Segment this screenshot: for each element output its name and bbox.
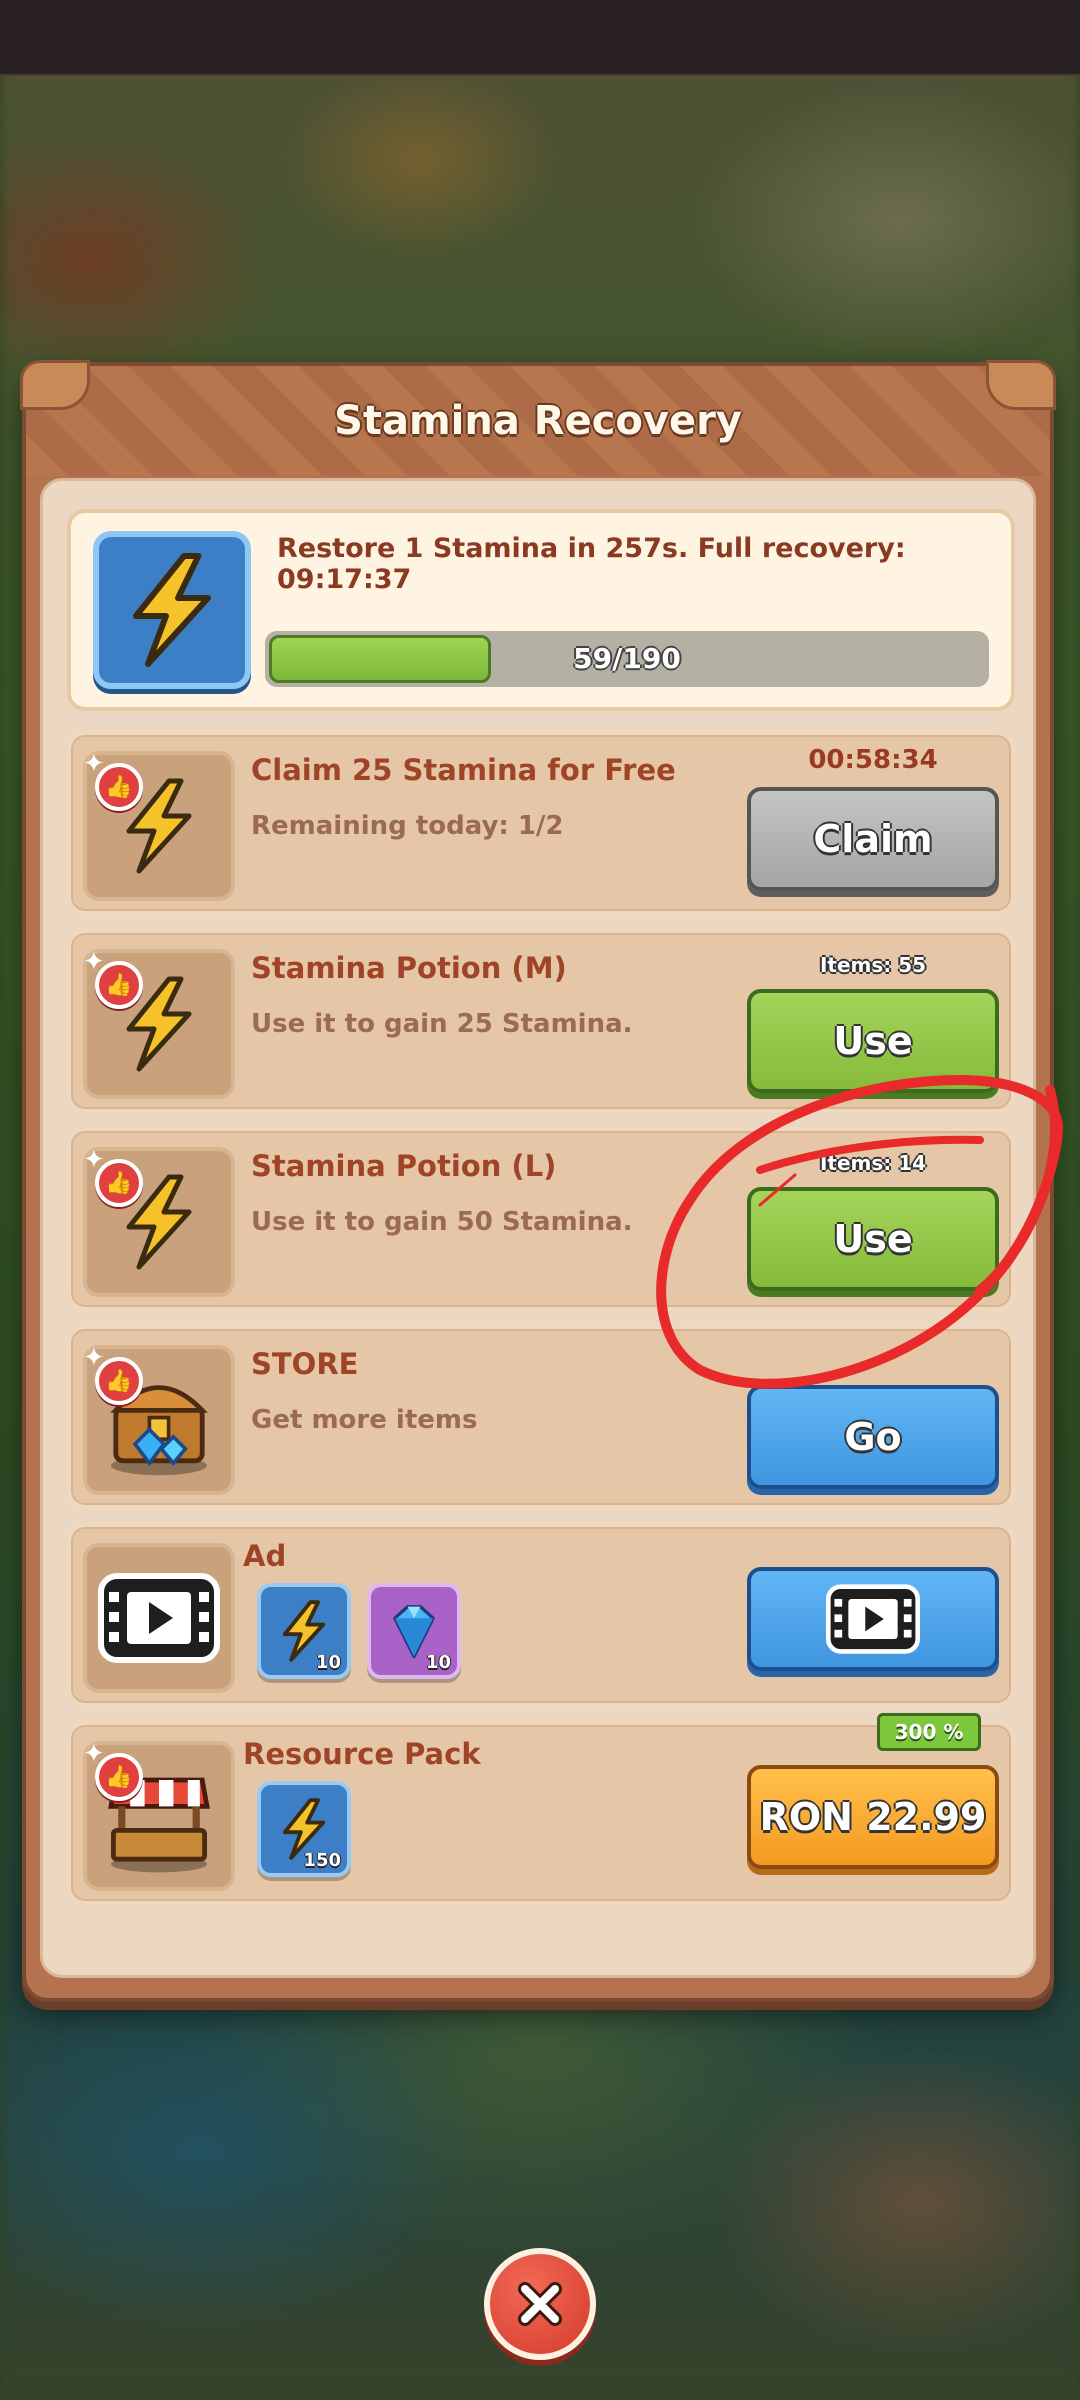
row-icon-frame: ✦ 👍 — [83, 947, 235, 1099]
row-title: Ad — [243, 1539, 287, 1573]
row-title: Stamina Potion (M) — [251, 951, 567, 985]
dialog-title: Stamina Recovery — [334, 398, 742, 444]
row-icon-frame: ✦ 👍 — [83, 1343, 235, 1495]
reward-stamina: 150 — [257, 1781, 351, 1877]
list-item-ad: Ad 10 10 — [67, 1523, 1015, 1707]
thumbs-up-icon: 👍 — [95, 1357, 143, 1405]
stamina-progress-label: 59/190 — [573, 642, 681, 675]
recovery-timer-text: Restore 1 Stamina in 257s. Full recovery… — [277, 533, 906, 595]
row-subtitle: Use it to gain 50 Stamina. — [251, 1207, 633, 1237]
row-subtitle: Use it to gain 25 Stamina. — [251, 1009, 633, 1039]
row-title: STORE — [251, 1347, 359, 1381]
row-subtitle: Get more items — [251, 1405, 478, 1435]
video-play-icon — [98, 1573, 220, 1663]
thumbs-up-icon: 👍 — [95, 763, 143, 811]
items-count: Items: 55 — [819, 953, 927, 977]
list-item-potion-l: ✦ 👍 Stamina Potion (L) Use it to gain 50… — [67, 1127, 1015, 1311]
watch-ad-button[interactable] — [747, 1567, 999, 1671]
row-title: Resource Pack — [243, 1737, 481, 1771]
row-icon-frame — [83, 1543, 235, 1693]
bonus-badge: 300 % — [877, 1713, 981, 1751]
reward-count: 10 — [315, 1652, 341, 1673]
close-x-icon — [518, 2282, 562, 2326]
top-status-bar — [0, 0, 1080, 76]
dialog-content: Restore 1 Stamina in 257s. Full recovery… — [40, 478, 1036, 1978]
cooldown-timer: 00:58:34 — [808, 745, 938, 775]
list-item-potion-m: ✦ 👍 Stamina Potion (M) Use it to gain 25… — [67, 929, 1015, 1113]
row-title: Stamina Potion (L) — [251, 1149, 557, 1183]
row-icon-frame: ✦ 👍 — [83, 749, 235, 901]
buy-pack-button[interactable]: RON 22.99 — [747, 1765, 999, 1869]
use-button-potion-l[interactable]: Use — [747, 1187, 999, 1291]
close-button[interactable] — [484, 2248, 596, 2360]
items-count: Items: 14 — [819, 1151, 927, 1175]
reward-count: 150 — [303, 1850, 341, 1871]
row-title: Claim 25 Stamina for Free — [251, 753, 676, 787]
list-item-store: ✦ 👍 STORE Get more items Go — [67, 1325, 1015, 1509]
stamina-progress-bar: 59/190 — [265, 631, 989, 687]
thumbs-up-icon: 👍 — [95, 1753, 143, 1801]
lightning-bolt-icon — [93, 531, 251, 689]
row-subtitle: Remaining today: 1/2 — [251, 811, 564, 841]
row-icon-frame: ✦ 👍 — [83, 1739, 235, 1891]
video-play-icon — [825, 1584, 921, 1654]
use-button-potion-m[interactable]: Use — [747, 989, 999, 1093]
reward-count: 10 — [425, 1652, 451, 1673]
stamina-recovery-dialog: Stamina Recovery Restore 1 Stamina in 25… — [20, 360, 1056, 2002]
reward-diamond: 10 — [367, 1583, 461, 1679]
thumbs-up-icon: 👍 — [95, 961, 143, 1009]
stamina-summary: Restore 1 Stamina in 257s. Full recovery… — [67, 509, 1015, 711]
list-item-free-claim: ✦ 👍 Claim 25 Stamina for Free Remaining … — [67, 731, 1015, 915]
row-icon-frame: ✦ 👍 — [83, 1145, 235, 1297]
go-store-button[interactable]: Go — [747, 1385, 999, 1489]
list-item-resource-pack: ✦ 👍 Resource Pack 150 300 % RON 22.99 — [67, 1713, 1015, 1905]
thumbs-up-icon: 👍 — [95, 1159, 143, 1207]
claim-button[interactable]: Claim — [747, 787, 999, 891]
reward-stamina: 10 — [257, 1583, 351, 1679]
